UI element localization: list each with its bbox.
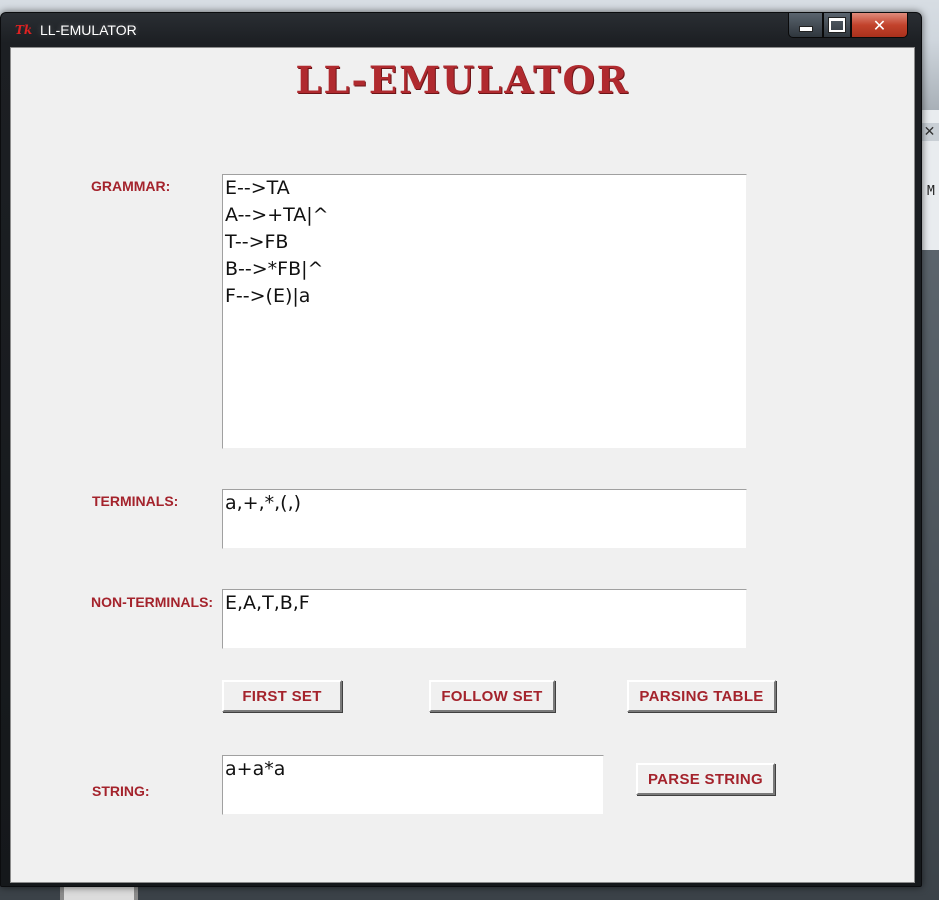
maximize-icon <box>829 18 845 32</box>
background-taskbar-fragment <box>60 885 138 900</box>
grammar-textarea[interactable]: E-->TA A-->+TA|^ T-->FB B-->*FB|^ F-->(E… <box>222 174 747 449</box>
close-icon: ✕ <box>872 15 887 35</box>
maximize-button[interactable] <box>823 13 851 38</box>
background-close-icon[interactable]: ✕ <box>920 123 939 141</box>
window-controls: ✕ <box>788 13 908 39</box>
minimize-icon <box>798 26 813 32</box>
minimize-button[interactable] <box>788 13 823 38</box>
first-set-button[interactable]: FIRST SET <box>222 680 342 712</box>
parse-string-button[interactable]: PARSE STRING <box>636 763 775 795</box>
window-title: LL-EMULATOR <box>40 22 137 38</box>
follow-set-button[interactable]: FOLLOW SET <box>429 680 555 712</box>
app-heading: LL-EMULATOR <box>295 58 630 102</box>
non-terminals-input[interactable]: E,A,T,B,F <box>222 589 747 649</box>
parsing-table-button[interactable]: PARSING TABLE <box>627 680 776 712</box>
terminals-label: TERMINALS: <box>92 493 179 509</box>
terminals-input[interactable]: a,+,*,(,) <box>222 489 747 549</box>
string-input[interactable]: a+a*a <box>222 755 604 815</box>
background-window-text: M <box>927 184 935 199</box>
close-button[interactable]: ✕ <box>851 13 908 38</box>
title-bar[interactable]: Tk LL-EMULATOR ✕ <box>1 13 921 47</box>
non-terminals-label: NON-TERMINALS: <box>91 594 214 610</box>
string-label: STRING: <box>92 783 150 799</box>
app-window: Tk LL-EMULATOR ✕ LL-EMULATOR GRAMMAR: E-… <box>0 12 922 887</box>
tk-feather-icon: Tk <box>15 23 33 37</box>
grammar-label: GRAMMAR: <box>91 178 171 194</box>
client-area: LL-EMULATOR GRAMMAR: E-->TA A-->+TA|^ T-… <box>10 47 915 883</box>
